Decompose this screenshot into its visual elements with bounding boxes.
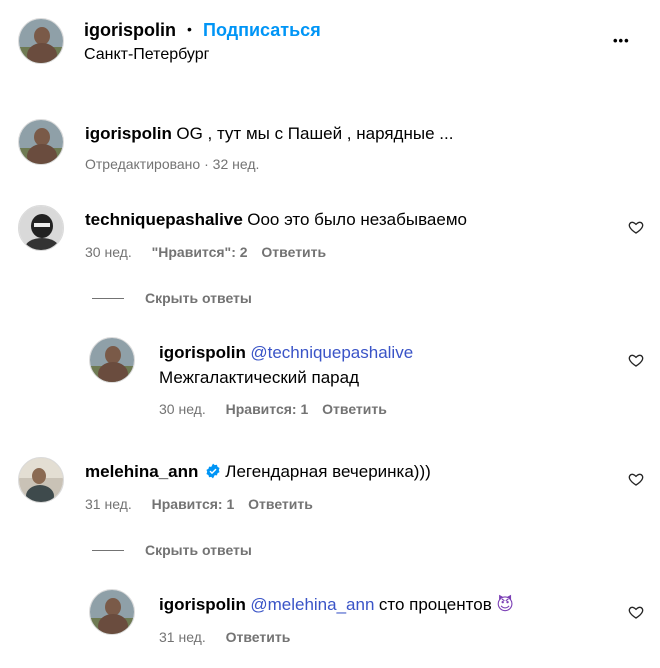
- comment-likes[interactable]: "Нравится": 2: [152, 244, 248, 260]
- comment-username[interactable]: melehina_ann: [85, 462, 198, 481]
- hide-replies-line: [92, 298, 124, 299]
- avatar-image: [90, 338, 134, 382]
- avatar-image: [19, 120, 63, 164]
- reply-username[interactable]: igorispolin: [159, 343, 246, 362]
- reply-button[interactable]: Ответить: [322, 401, 387, 417]
- comment-line: melehina_ann Легендарная вечеринка))): [85, 462, 431, 482]
- more-options-icon[interactable]: •••: [613, 33, 630, 48]
- comment-username[interactable]: techniquepashalive: [85, 210, 243, 229]
- comment-time[interactable]: 31 нед.: [85, 496, 132, 512]
- reply-avatar[interactable]: [89, 337, 135, 383]
- hide-replies-button[interactable]: Скрыть ответы: [145, 542, 252, 558]
- reply-time[interactable]: 30 нед.: [159, 401, 206, 417]
- post-location[interactable]: Санкт-Петербург: [84, 46, 209, 64]
- comment-avatar[interactable]: [18, 205, 64, 251]
- post-author-username[interactable]: igorispolin: [84, 20, 176, 41]
- reply-mention[interactable]: @melehina_ann: [250, 595, 374, 614]
- hide-replies-button[interactable]: Скрыть ответы: [145, 290, 252, 306]
- comment-line: techniquepashalive Ооо это было незабыва…: [85, 210, 467, 230]
- heart-icon[interactable]: [628, 219, 644, 235]
- follow-button[interactable]: Подписаться: [203, 20, 321, 41]
- comment-avatar[interactable]: [18, 457, 64, 503]
- comment-likes[interactable]: Нравится: 1: [152, 496, 235, 512]
- caption-line: igorispolin OG , тут мы с Пашей , нарядн…: [85, 124, 453, 144]
- comment-meta: 31 нед. Нравится: 1 Ответить: [85, 496, 313, 512]
- devil-emoji-icon: 😈: [496, 595, 514, 614]
- hide-replies-line: [92, 550, 124, 551]
- avatar-image: [19, 19, 63, 63]
- reply-meta: 30 нед. Нравится: 1 Ответить: [159, 401, 387, 417]
- caption-username[interactable]: igorispolin: [85, 124, 172, 143]
- avatar-image: [90, 590, 134, 634]
- comment-meta: 30 нед. "Нравится": 2 Ответить: [85, 244, 326, 260]
- header-separator-dot: •: [187, 21, 192, 37]
- reply-likes[interactable]: Нравится: 1: [226, 401, 309, 417]
- reply-text: Межгалактический парад: [159, 368, 360, 387]
- reply-button[interactable]: Ответить: [261, 244, 326, 260]
- comment-time[interactable]: 30 нед.: [85, 244, 132, 260]
- comment-text: Ооо это было незабываемо: [247, 210, 467, 229]
- reply-line: igorispolin @techniquepashalive: [159, 343, 413, 363]
- caption-author-avatar[interactable]: [18, 119, 64, 165]
- meta-separator: ·: [204, 156, 209, 172]
- reply-line: igorispolin @melehina_ann сто процентов …: [159, 595, 514, 615]
- reply-time[interactable]: 31 нед.: [159, 629, 206, 645]
- reply-username[interactable]: igorispolin: [159, 595, 246, 614]
- reply-mention[interactable]: @techniquepashalive: [250, 343, 413, 362]
- comment-text: Легендарная вечеринка))): [225, 462, 431, 481]
- verified-badge-icon: [206, 463, 220, 479]
- edited-label: Отредактировано: [85, 156, 201, 172]
- reply-avatar[interactable]: [89, 589, 135, 635]
- heart-icon[interactable]: [628, 352, 644, 368]
- caption-meta: Отредактировано · 32 нед.: [85, 156, 259, 172]
- caption-text: OG , тут мы с Пашей , нарядные ...: [176, 124, 454, 143]
- heart-icon[interactable]: [628, 604, 644, 620]
- avatar-image: [19, 206, 63, 250]
- avatar-image: [19, 458, 63, 502]
- reply-button[interactable]: Ответить: [226, 629, 291, 645]
- reply-button[interactable]: Ответить: [248, 496, 313, 512]
- reply-meta: 31 нед. Ответить: [159, 629, 290, 645]
- heart-icon[interactable]: [628, 471, 644, 487]
- caption-time[interactable]: 32 нед.: [213, 156, 260, 172]
- reply-text: сто процентов: [378, 595, 492, 614]
- post-author-avatar[interactable]: [18, 18, 64, 64]
